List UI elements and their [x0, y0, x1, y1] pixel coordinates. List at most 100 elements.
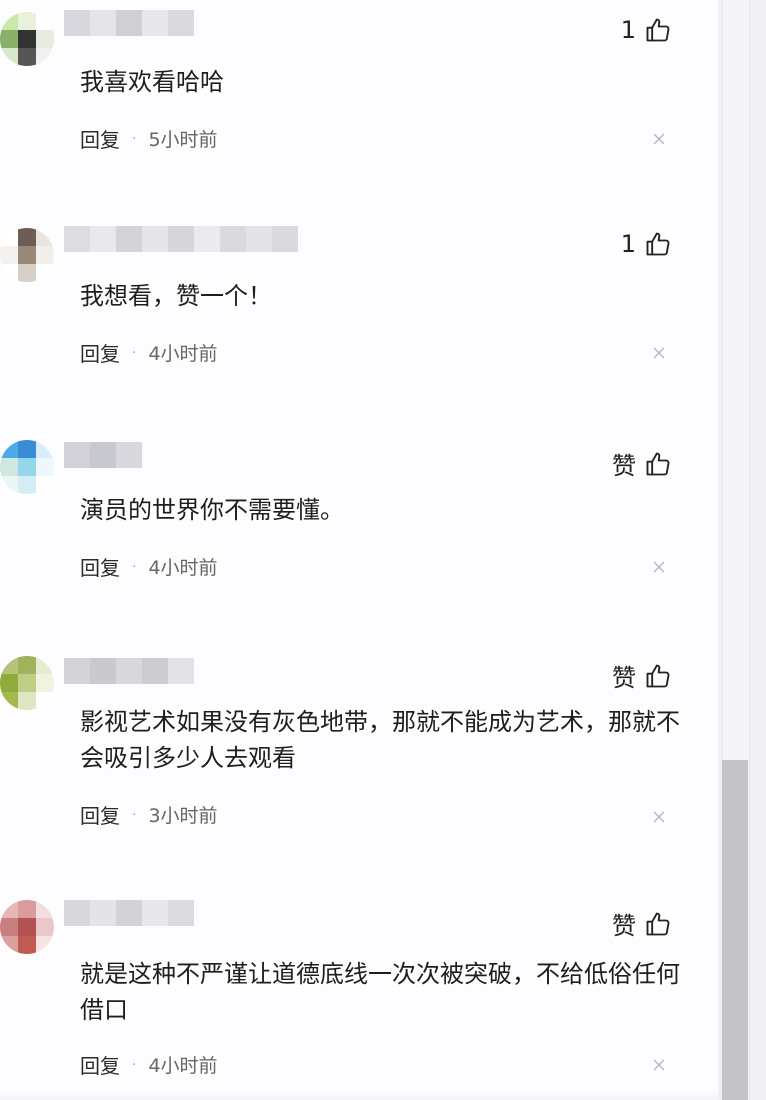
separator-dot: · — [132, 558, 137, 575]
scrollbar-thumb[interactable] — [722, 760, 748, 1100]
comment-list: 1 我喜欢看哈哈 回复 · 5小时前 1 我想看，赞一个！ 回复 · 4小时前 … — [0, 0, 718, 1100]
username-blurred[interactable] — [64, 658, 194, 684]
like-count: 赞 — [612, 664, 636, 692]
avatar[interactable] — [0, 440, 54, 494]
avatar-pixel — [18, 30, 36, 48]
avatar-pixel — [18, 476, 36, 494]
avatar-pixel — [18, 48, 36, 66]
avatar-pixel — [0, 440, 18, 458]
avatar-pixel — [36, 656, 54, 674]
close-icon[interactable] — [652, 810, 666, 824]
like-button[interactable]: 1 — [621, 230, 672, 258]
username-blurred[interactable] — [64, 900, 194, 926]
avatar-pixel — [36, 674, 54, 692]
reply-button[interactable]: 回复 — [80, 552, 120, 581]
separator-dot: · — [132, 806, 137, 823]
avatar-pixel — [0, 246, 18, 264]
timestamp: 4小时前 — [148, 557, 218, 579]
avatar[interactable] — [0, 900, 54, 954]
thumbs-up-icon — [646, 18, 670, 42]
comment-item: 赞 影视艺术如果没有灰色地带，那就不能成为艺术，那就不会吸引多少人去观看 回复 … — [0, 642, 718, 888]
comment-actions: 回复 · 4小时前 — [80, 552, 218, 581]
like-button[interactable]: 赞 — [612, 658, 672, 693]
avatar-pixel — [0, 48, 18, 66]
avatar-pixel — [0, 12, 18, 30]
like-count: 1 — [620, 16, 636, 44]
thumbs-up-icon — [646, 912, 670, 935]
timestamp: 5小时前 — [148, 129, 218, 151]
comment-text: 影视艺术如果没有灰色地带，那就不能成为艺术，那就不会吸引多少人去观看 — [80, 708, 680, 772]
close-icon[interactable] — [652, 1058, 666, 1072]
avatar-pixel — [36, 12, 54, 30]
avatar-pixel — [18, 228, 36, 246]
avatar-pixel — [0, 30, 18, 48]
avatar-pixel — [18, 246, 36, 264]
avatar-pixel — [0, 228, 18, 246]
avatar-pixel — [36, 918, 54, 936]
thumbs-up-icon — [646, 232, 670, 256]
avatar-pixel — [36, 692, 54, 710]
close-icon[interactable] — [652, 560, 666, 574]
comment-item: 赞 演员的世界你不需要懂。 回复 · 4小时前 — [0, 428, 718, 642]
avatar[interactable] — [0, 12, 54, 66]
avatar-pixel — [18, 12, 36, 30]
avatar-pixel — [0, 692, 18, 710]
avatar-pixel — [0, 674, 18, 692]
comment-item: 1 我喜欢看哈哈 回复 · 5小时前 — [0, 0, 718, 214]
avatar-pixel — [18, 440, 36, 458]
username-blurred[interactable] — [64, 10, 194, 36]
avatar-pixel — [0, 918, 18, 936]
close-icon[interactable] — [652, 346, 666, 360]
username-blurred[interactable] — [64, 226, 298, 252]
separator-dot: · — [132, 344, 137, 361]
comment-actions: 回复 · 4小时前 — [80, 1050, 218, 1079]
timestamp: 4小时前 — [148, 1055, 218, 1077]
avatar-pixel — [36, 936, 54, 954]
timestamp: 4小时前 — [148, 343, 218, 365]
avatar-pixel — [36, 440, 54, 458]
avatar-pixel — [36, 228, 54, 246]
username-blurred[interactable] — [64, 442, 142, 468]
reply-button[interactable]: 回复 — [80, 338, 120, 367]
like-button[interactable]: 1 — [621, 16, 672, 44]
comment-page: 1 我喜欢看哈哈 回复 · 5小时前 1 我想看，赞一个！ 回复 · 4小时前 … — [0, 0, 766, 1100]
avatar-pixel — [0, 458, 18, 476]
avatar-pixel — [36, 246, 54, 264]
avatar-pixel — [18, 692, 36, 710]
comment-actions: 回复 · 3小时前 — [80, 800, 218, 829]
close-icon[interactable] — [652, 132, 666, 146]
like-count: 1 — [620, 230, 636, 258]
comment-text: 我喜欢看哈哈 — [80, 68, 224, 96]
separator-dot: · — [132, 1056, 137, 1073]
separator-dot: · — [132, 130, 137, 147]
like-count: 赞 — [612, 452, 636, 480]
scrollbar[interactable] — [718, 0, 766, 1100]
thumbs-up-icon — [646, 452, 670, 475]
like-button[interactable]: 赞 — [612, 906, 672, 941]
avatar-pixel — [18, 674, 36, 692]
avatar-pixel — [36, 48, 54, 66]
comment-item: 赞 就是这种不严谨让道德底线一次次被突破，不给低俗任何借口 回复 · 4小时前 — [0, 888, 718, 1100]
avatar-pixel — [36, 900, 54, 918]
avatar-pixel — [0, 936, 18, 954]
avatar-pixel — [36, 30, 54, 48]
avatar[interactable] — [0, 228, 54, 282]
next-comment-peek — [0, 1090, 718, 1100]
avatar-pixel — [0, 900, 18, 918]
avatar-pixel — [36, 458, 54, 476]
comment-text: 就是这种不严谨让道德底线一次次被突破，不给低俗任何借口 — [80, 960, 680, 1024]
like-count: 赞 — [612, 912, 636, 940]
avatar-pixel — [18, 656, 36, 674]
avatar-pixel — [0, 476, 18, 494]
comment-actions: 回复 · 4小时前 — [80, 338, 218, 367]
like-button[interactable]: 赞 — [612, 446, 672, 481]
avatar-pixel — [0, 656, 18, 674]
reply-button[interactable]: 回复 — [80, 124, 120, 153]
avatar[interactable] — [0, 656, 54, 710]
avatar-pixel — [18, 900, 36, 918]
avatar-pixel — [18, 936, 36, 954]
comment-actions: 回复 · 5小时前 — [80, 124, 218, 153]
reply-button[interactable]: 回复 — [80, 1050, 120, 1079]
reply-button[interactable]: 回复 — [80, 800, 120, 829]
comment-item: 1 我想看，赞一个！ 回复 · 4小时前 — [0, 214, 718, 428]
